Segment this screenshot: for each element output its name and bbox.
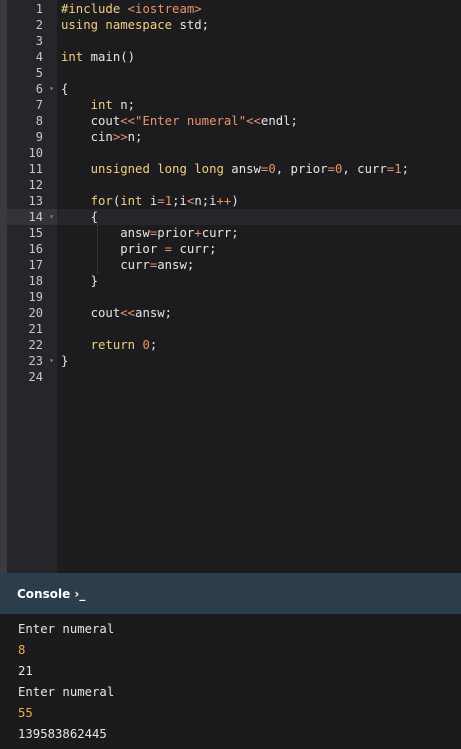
line-number: 20 (28, 306, 43, 320)
editor-side-strip (0, 0, 7, 573)
code-line[interactable]: answ=prior+curr; (61, 225, 239, 241)
line-number: 12 (28, 178, 43, 192)
line-number: 19 (28, 290, 43, 304)
line-number-gutter: 1 2 3 4 5 6 ▾ 7 8 9 10 11 12 13 14 ▾ 15 16 17 18 19 20 21 22 23 ▾… (7, 0, 57, 573)
code-line[interactable]: unsigned long long answ=0, prior=0, curr… (61, 161, 409, 177)
line-number: 9 (35, 130, 43, 144)
fold-toggle-icon[interactable]: ▾ (49, 353, 54, 369)
line-number: 14 ▾ (7, 209, 57, 225)
console-output-line: Enter numeral (18, 685, 115, 699)
console-input-line: 8 (18, 643, 26, 657)
code-line[interactable]: int main() (61, 49, 135, 65)
code-line[interactable]: int n; (61, 97, 135, 113)
line-number: 6 ▾ (35, 81, 54, 97)
code-line[interactable]: { (61, 209, 98, 225)
line-number: 24 (28, 370, 43, 384)
line-number: 7 (35, 98, 43, 112)
code-line[interactable]: for(int i=1;i<n;i++) (61, 193, 239, 209)
line-number: 4 (35, 50, 43, 64)
code-line[interactable]: cin>>n; (61, 129, 143, 145)
code-line[interactable]: cout<<answ; (61, 305, 172, 321)
line-number: 8 (35, 114, 43, 128)
code-editor[interactable]: 1 2 3 4 5 6 ▾ 7 8 9 10 11 12 13 14 ▾ 15 16 17 18 19 20 21 22 23 ▾… (0, 0, 461, 573)
code-line[interactable]: #include <iostream> (61, 1, 202, 17)
console-output-line: 21 (18, 664, 33, 678)
active-line-highlight (57, 209, 461, 225)
console-output-line: Enter numeral (18, 622, 115, 636)
indent-guide (97, 225, 98, 273)
fold-toggle-icon[interactable]: ▾ (49, 209, 54, 225)
code-area[interactable]: #include <iostream> using namespace std; i… (57, 0, 461, 573)
line-number: 5 (35, 66, 43, 80)
fold-toggle-icon[interactable]: ▾ (49, 81, 54, 97)
line-number: 15 (28, 226, 43, 240)
console-prompt-icon: ›_ (74, 587, 86, 601)
code-line[interactable]: } (61, 353, 68, 369)
line-number: 17 (28, 258, 43, 272)
line-number: 11 (28, 162, 43, 176)
line-number: 10 (28, 146, 43, 160)
line-number: 18 (28, 274, 43, 288)
console-input-line: 55 (18, 706, 33, 720)
line-number: 22 (28, 338, 43, 352)
console-output[interactable]: Enter numeral 8 21 Enter numeral 55 139583862… (0, 614, 461, 749)
line-number: 21 (28, 322, 43, 336)
code-line[interactable]: curr=answ; (61, 257, 194, 273)
console-output-line: 139583862445 (18, 727, 107, 741)
console-title: Console ›_ (17, 587, 86, 601)
line-number: 2 (35, 18, 43, 32)
code-line[interactable]: prior = curr; (61, 241, 216, 257)
code-line[interactable]: cout<<"Enter numeral"<<endl; (61, 113, 298, 129)
code-line[interactable]: using namespace std; (61, 17, 209, 33)
code-line[interactable]: } (61, 273, 98, 289)
code-line[interactable]: return 0; (61, 337, 158, 353)
code-line[interactable]: { (61, 81, 68, 97)
line-number: 23 ▾ (28, 353, 54, 369)
line-number: 1 (35, 2, 43, 16)
line-number: 3 (35, 34, 43, 48)
console-header: Console ›_ (0, 573, 461, 614)
line-number: 16 (28, 242, 43, 256)
line-number: 13 (28, 194, 43, 208)
